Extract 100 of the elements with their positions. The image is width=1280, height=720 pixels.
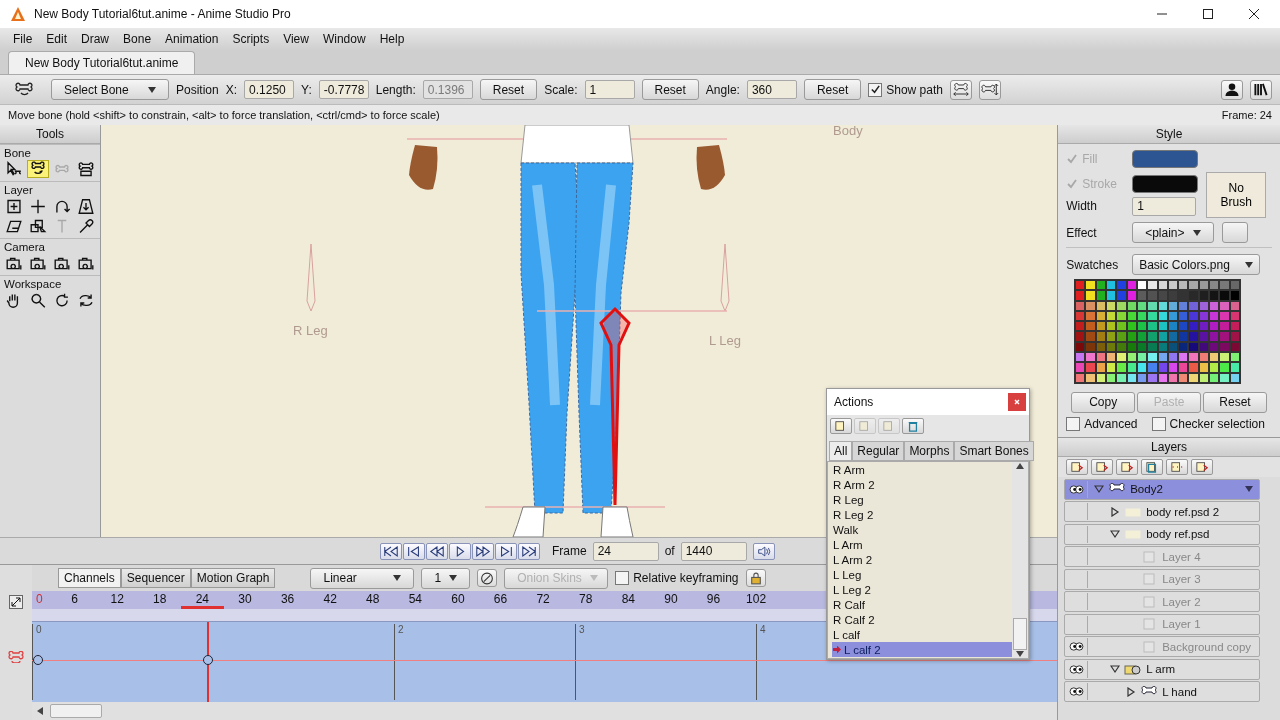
timeline-tab[interactable]: Channels (58, 568, 121, 588)
copy-layer-icon[interactable] (1116, 458, 1139, 475)
swatches-dropdown[interactable]: Basic Colors.png (1132, 254, 1261, 275)
layer-row[interactable]: body ref.psd (1064, 523, 1260, 545)
frame-field[interactable]: 24 (592, 541, 659, 561)
step-dropdown[interactable]: 1 (421, 567, 471, 589)
menu-item[interactable]: Animation (158, 32, 226, 46)
bone-scale-icon[interactable] (949, 79, 972, 100)
action-item[interactable]: R Leg 2 (832, 507, 1012, 522)
action-item[interactable]: R Calf (832, 597, 1012, 612)
effect-settings-button[interactable] (1221, 222, 1248, 243)
layer-settings-icon[interactable] (1191, 458, 1214, 475)
input-field[interactable]: 0.1250 (244, 80, 295, 99)
person-icon[interactable] (1221, 79, 1243, 100)
timeline-tab[interactable]: Sequencer (120, 568, 191, 588)
layer-row[interactable]: L arm (1064, 658, 1260, 680)
action-item[interactable]: L Leg 2 (832, 582, 1012, 597)
input-field[interactable]: 360 (746, 80, 797, 99)
expand-icon[interactable] (9, 595, 23, 609)
expand-toggle-icon[interactable] (1126, 686, 1137, 697)
actions-tab[interactable]: Morphs (904, 441, 955, 461)
menu-item[interactable]: Scripts (225, 32, 277, 46)
new-layer-icon[interactable] (1066, 458, 1089, 475)
expand-toggle-icon[interactable] (1094, 484, 1105, 495)
expand-toggle-icon[interactable] (1110, 664, 1121, 675)
actions-tab[interactable]: Smart Bones (954, 441, 1034, 461)
step-forward-icon[interactable] (472, 542, 494, 560)
layer-row[interactable]: Body2 (1064, 478, 1260, 500)
caret-icon[interactable] (1245, 486, 1253, 493)
option-checkbox[interactable]: Checker selection (1151, 416, 1265, 431)
keyframe-icon[interactable] (203, 655, 214, 665)
reset-button[interactable]: Reset (641, 79, 699, 100)
menu-item[interactable]: Draw (74, 32, 117, 46)
tool-dropdown[interactable]: Select Bone (51, 79, 169, 100)
bone-rotate-icon[interactable] (27, 160, 49, 178)
step-back-icon[interactable] (426, 542, 448, 560)
interpolation-dropdown[interactable]: Linear (310, 567, 415, 589)
duplicate-layer-icon[interactable] (1091, 458, 1114, 475)
style-button[interactable]: Copy (1071, 391, 1136, 413)
action-item[interactable]: Walk (832, 522, 1012, 537)
action-item[interactable]: L Arm (832, 537, 1012, 552)
scrollbar-thumb[interactable] (50, 704, 102, 718)
layer-row[interactable]: body ref.psd 2 (1064, 501, 1260, 523)
menu-item[interactable]: Help (372, 32, 412, 46)
bone-flip-icon[interactable] (978, 79, 1001, 100)
action-item[interactable]: R Calf 2 (832, 612, 1012, 627)
option-checkbox[interactable]: Advanced (1066, 416, 1138, 431)
actions-tab[interactable]: All (829, 441, 853, 461)
trash-icon[interactable] (1141, 458, 1164, 475)
lock-icon[interactable] (745, 569, 766, 587)
more-icon[interactable] (1166, 458, 1189, 475)
keyframe-icon[interactable] (33, 655, 43, 665)
layer-icon[interactable] (75, 197, 97, 215)
effect-dropdown[interactable]: <plain> (1132, 222, 1214, 243)
next-key-icon[interactable] (495, 542, 517, 560)
width-field[interactable]: 1 (1132, 196, 1197, 216)
expand-toggle-icon[interactable] (1110, 506, 1121, 517)
action-item[interactable]: L Arm 2 (832, 552, 1012, 567)
input-field[interactable]: 1 (584, 80, 635, 99)
rewind-icon[interactable] (380, 542, 402, 560)
trash-icon[interactable] (902, 418, 924, 434)
playhead-line[interactable] (207, 622, 210, 702)
total-frames-field[interactable]: 1440 (680, 541, 747, 561)
brush-button[interactable]: No Brush (1206, 172, 1267, 218)
reset-button[interactable]: Reset (479, 79, 538, 100)
menu-item[interactable]: Edit (39, 32, 75, 46)
menu-item[interactable]: Window (315, 32, 373, 46)
input-field[interactable]: -0.7778 (318, 80, 369, 99)
speaker-icon[interactable] (752, 542, 775, 560)
menu-item[interactable]: Bone (116, 32, 159, 46)
previous-key-icon[interactable] (403, 542, 425, 560)
scroll-left-icon[interactable] (36, 707, 44, 715)
menu-item[interactable]: View (276, 32, 316, 46)
timeline-tab[interactable]: Motion Graph (190, 568, 276, 588)
library-icon[interactable] (1250, 79, 1272, 100)
reset-button[interactable]: Reset (803, 79, 862, 100)
fast-forward-icon[interactable] (518, 542, 540, 560)
action-item[interactable]: L calf (832, 627, 1012, 642)
new-action-icon[interactable] (830, 418, 852, 434)
close-icon[interactable] (1248, 8, 1260, 20)
action-item[interactable]: R Arm 2 (832, 477, 1012, 492)
fill-color-swatch[interactable] (1132, 150, 1199, 168)
close-button[interactable] (1008, 393, 1026, 411)
layer-row[interactable]: L hand (1064, 681, 1260, 703)
show-path-checkbox[interactable]: Show path (868, 82, 943, 97)
actions-tab[interactable]: Regular (852, 441, 905, 461)
scrollbar-thumb[interactable] (1013, 618, 1027, 650)
play-icon[interactable] (449, 542, 471, 560)
action-item[interactable]: R Leg (832, 492, 1012, 507)
style-button[interactable]: Reset (1203, 391, 1267, 413)
maximize-icon[interactable] (1202, 8, 1214, 20)
action-item[interactable]: L Leg (832, 567, 1012, 582)
stroke-color-swatch[interactable] (1132, 174, 1199, 193)
relative-keyframing-checkbox[interactable]: Relative keyframing (615, 571, 739, 585)
action-item[interactable]: R Arm (832, 462, 1012, 477)
action-item[interactable]: L calf 2 (832, 642, 1012, 657)
document-tab[interactable]: New Body Tutorial6tut.anime (8, 51, 196, 74)
color-palette-grid[interactable] (1074, 279, 1241, 384)
cycle-icon[interactable] (477, 569, 498, 587)
menu-item[interactable]: File (6, 32, 40, 46)
